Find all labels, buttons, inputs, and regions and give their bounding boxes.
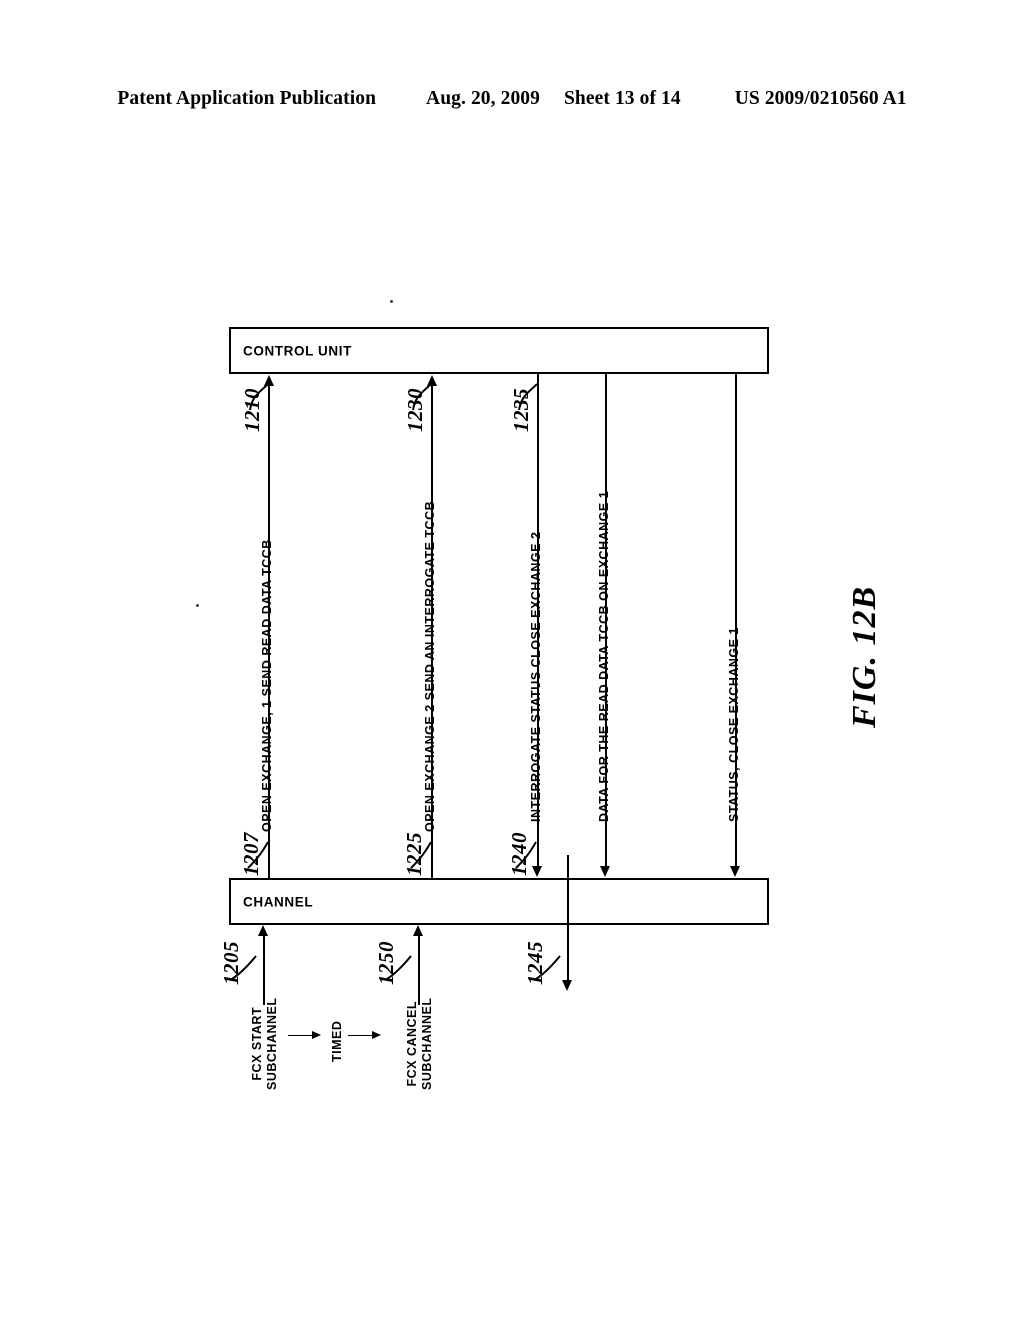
control-unit-label: CONTROL UNIT [243, 343, 352, 358]
leader-line-1205 [229, 955, 257, 981]
arrowhead-up-fcx-cancel [413, 925, 423, 936]
leader-line-1230 [412, 383, 432, 411]
leader-line-1225 [410, 841, 432, 869]
timed-arrowhead-right [372, 1031, 381, 1039]
arrowhead-down-read-data [600, 866, 610, 877]
timed-label: TIMED [330, 1021, 345, 1062]
timed-text: TIMED [330, 1020, 344, 1062]
message-label-status-close: STATUS, CLOSE EXCHANGE 1 [727, 627, 741, 822]
fcx-cancel-line-2: SUBCHANNEL [420, 997, 434, 1091]
message-line-1245 [567, 855, 569, 983]
fcx-cancel-subchannel-label: FCX CANCEL SUBCHANNEL [405, 998, 435, 1091]
message-label-open-exchange-2: OPEN EXCHANGE 2 SEND AN INTERROGATE TCCB [423, 500, 437, 832]
message-label-open-exchange-1: OPEN EXCHANGE, 1 SEND READ DATA TCCB [260, 539, 274, 832]
figure-12b-diagram: CONTROL UNIT CHANNEL OPEN EXCHANGE, 1 SE… [0, 0, 1024, 1320]
leader-line-1235 [518, 383, 538, 411]
fcx-start-line-2: SUBCHANNEL [265, 997, 279, 1091]
arrowhead-up-fcx-start [258, 925, 268, 936]
message-label-read-data: DATA FOR THE READ DATA TCCB ON EXCHANGE … [597, 490, 611, 822]
channel-label: CHANNEL [243, 894, 314, 909]
fcx-cancel-line-1: FCX CANCEL [405, 1000, 419, 1087]
fcx-start-subchannel-label: FCX START SUBCHANNEL [250, 998, 280, 1091]
leader-line-1207 [247, 841, 269, 869]
host-line-fcx-cancel [418, 935, 420, 1005]
scan-speck [390, 300, 393, 303]
channel-box: CHANNEL [229, 878, 769, 925]
leader-line-1240 [515, 841, 537, 869]
host-line-fcx-start [263, 935, 265, 1005]
control-unit-box: CONTROL UNIT [229, 327, 769, 374]
fcx-start-line-1: FCX START [250, 1006, 264, 1081]
timed-arrow-line-left [288, 1035, 314, 1036]
leader-line-1210 [249, 383, 269, 411]
timed-arrowhead-left [312, 1031, 321, 1039]
figure-caption: FIG. 12B [846, 585, 883, 728]
leader-line-1245 [533, 955, 561, 981]
scan-speck [196, 604, 199, 607]
timed-arrow-line-right [348, 1035, 374, 1036]
arrowhead-down-status-close [730, 866, 740, 877]
leader-line-1250 [384, 955, 412, 981]
message-label-interrogate-status: INTERROGATE STATUS CLOSE EXCHANGE 2 [529, 531, 543, 822]
